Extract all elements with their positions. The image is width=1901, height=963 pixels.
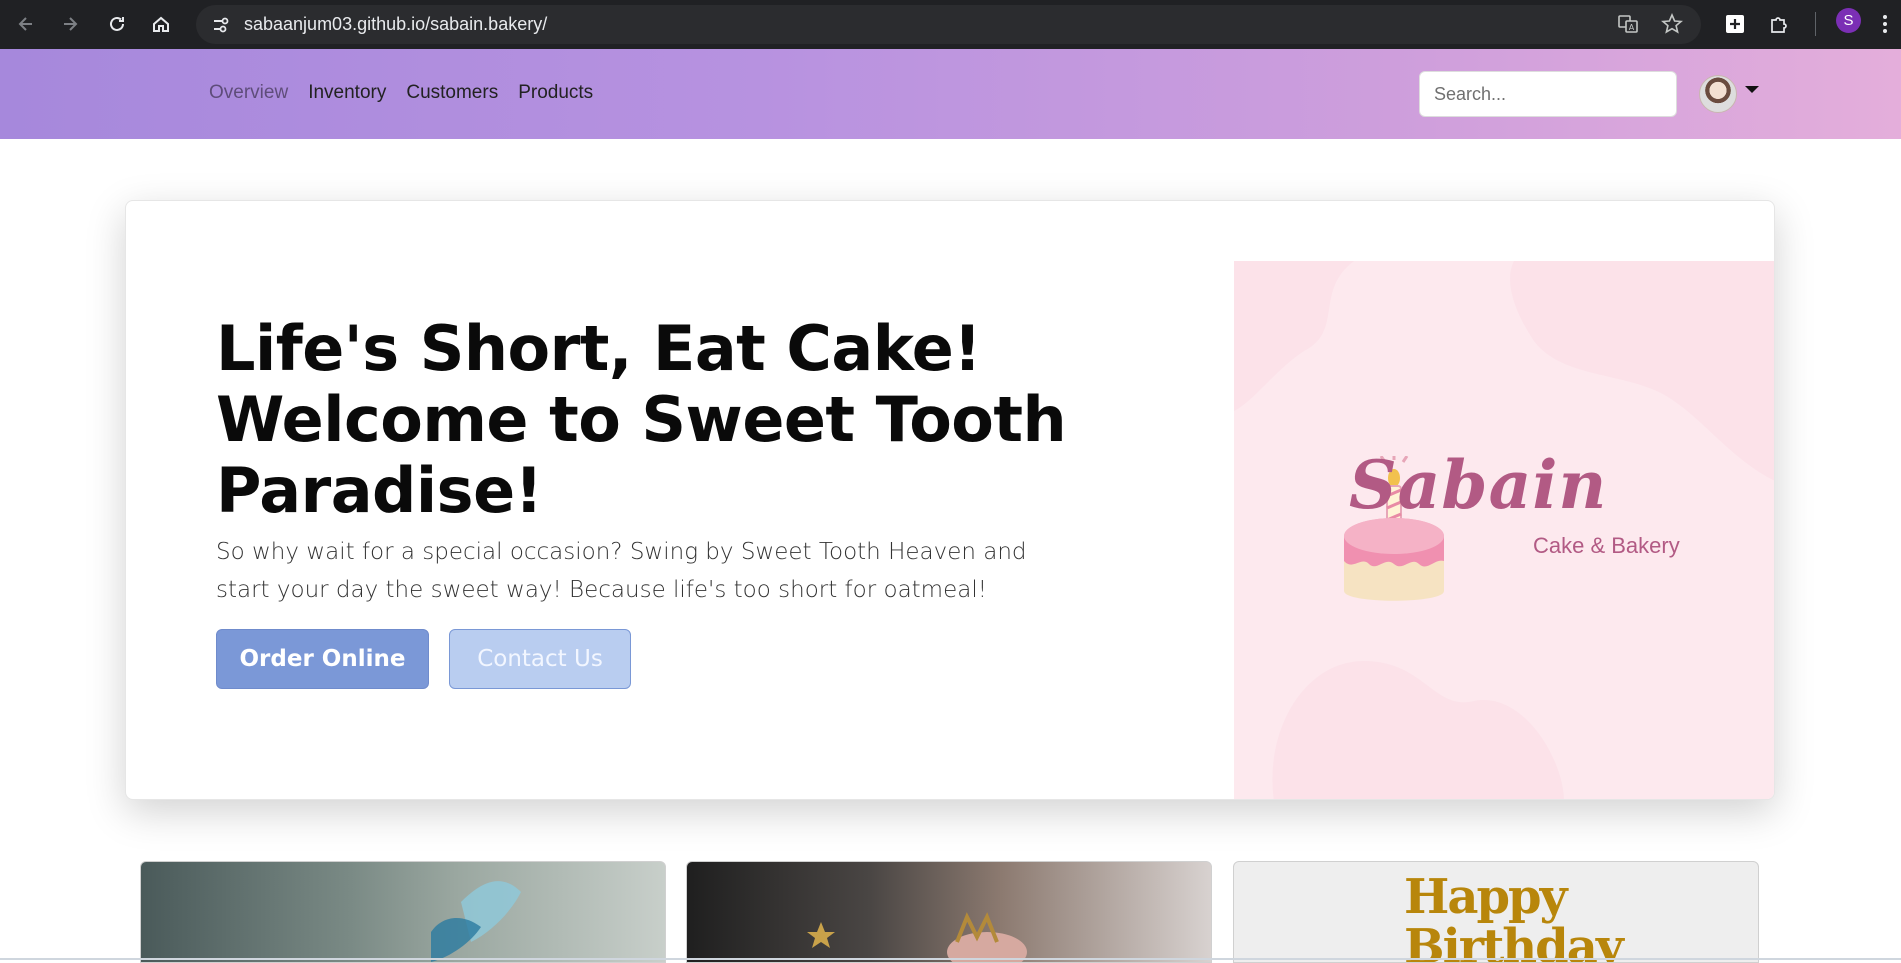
bookmark-star-icon[interactable]	[1661, 12, 1683, 39]
site-info-icon[interactable]	[210, 14, 232, 36]
forward-icon[interactable]	[52, 6, 88, 42]
browser-profile-avatar[interactable]: S	[1836, 8, 1861, 33]
address-bar[interactable]: sabaanjum03.github.io/sabain.bakery/ A	[196, 5, 1701, 44]
logo-name: Sabain	[1349, 446, 1608, 524]
toolbar-divider	[1815, 12, 1816, 36]
product-image-1[interactable]	[140, 861, 666, 963]
nav-links: Overview Inventory Customers Products	[209, 82, 593, 104]
hero-title-line-2: Welcome to Sweet Tooth	[216, 383, 1067, 456]
browser-toolbar: sabaanjum03.github.io/sabain.bakery/ A S	[0, 0, 1901, 49]
more-menu-icon[interactable]	[1870, 7, 1900, 41]
hero-card: Life's Short, Eat Cake! Welcome to Sweet…	[125, 200, 1775, 800]
hero-subtitle: So why wait for a special occasion? Swin…	[216, 539, 1027, 603]
order-online-button[interactable]: Order Online	[216, 629, 429, 689]
translate-icon[interactable]: A	[1617, 13, 1639, 39]
home-icon[interactable]	[143, 6, 179, 42]
product-image-3[interactable]: Happy Birthday	[1233, 861, 1759, 963]
product-image-1-art	[431, 881, 521, 962]
contact-us-button[interactable]: Contact Us	[449, 629, 631, 689]
cake-topper-text: Happy Birthday	[1404, 869, 1624, 963]
nav-link-overview[interactable]: Overview	[209, 82, 288, 104]
nav-link-products[interactable]: Products	[518, 82, 593, 104]
cake-topper-line-1: Happy	[1404, 869, 1567, 925]
hero-title-line-3: Paradise!	[216, 454, 543, 527]
nav-link-inventory[interactable]: Inventory	[308, 82, 386, 104]
extensions-puzzle-icon[interactable]	[1762, 7, 1796, 41]
chevron-down-icon[interactable]	[1745, 86, 1759, 93]
user-avatar[interactable]	[1699, 75, 1737, 113]
svg-text:A: A	[1629, 23, 1635, 32]
logo-image	[1234, 261, 1774, 799]
logo-tagline: Cake & Bakery	[1533, 533, 1680, 558]
url-text: sabaanjum03.github.io/sabain.bakery/	[244, 14, 548, 34]
back-icon[interactable]	[8, 6, 44, 42]
nav-link-customers[interactable]: Customers	[406, 82, 498, 104]
product-image-2[interactable]	[686, 861, 1212, 963]
page-bottom-border	[0, 958, 1901, 960]
extension-plus-icon[interactable]	[1718, 7, 1752, 41]
reload-icon[interactable]	[99, 6, 135, 42]
hero-title: Life's Short, Eat Cake! Welcome to Sweet…	[216, 313, 1096, 526]
hero-title-line-1: Life's Short, Eat Cake!	[216, 312, 982, 385]
search-input[interactable]	[1419, 71, 1677, 117]
logo-background-blobs	[1234, 261, 1774, 799]
cake-topper-line-2: Birthday	[1404, 919, 1624, 963]
product-image-2-art	[807, 912, 1027, 962]
